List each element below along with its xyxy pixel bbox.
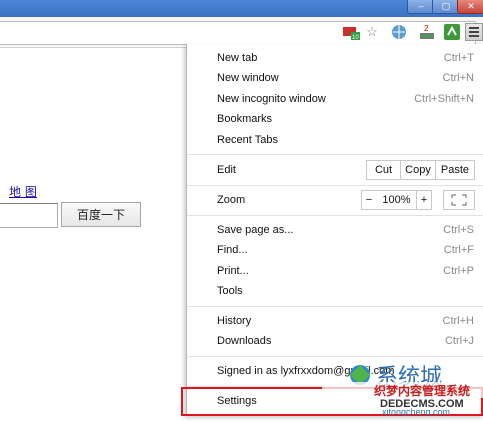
shortcut-history: Ctrl+H [442, 315, 474, 327]
menu-item-downloads[interactable]: Downloads [217, 335, 271, 347]
menu-item-edit: Edit [217, 164, 236, 176]
shortcut-new-incognito: Ctrl+Shift+N [414, 93, 474, 105]
restore-button[interactable]: ▢ [432, 0, 460, 14]
search-button[interactable]: 百度一下 [61, 202, 141, 227]
menu-item-history[interactable]: History [217, 315, 251, 327]
zoom-in-button[interactable]: + [416, 190, 432, 210]
shortcut-downloads: Ctrl+J [444, 335, 474, 347]
title-bar: – ▢ ✕ [0, 0, 483, 17]
paste-button[interactable]: Paste [435, 160, 475, 180]
copy-button[interactable]: Copy [400, 160, 436, 180]
zoom-level: 100% [376, 190, 417, 210]
menu-separator [187, 215, 483, 216]
shortcut-save-page: Ctrl+S [443, 224, 474, 236]
extension-green-icon[interactable] [443, 23, 461, 41]
chrome-menu-icon[interactable] [465, 23, 483, 41]
minimize-button[interactable]: – [407, 0, 435, 14]
fullscreen-icon[interactable] [443, 190, 475, 210]
site-watermark: 系统城 织梦内容管理系统 DEDECMS.COM xitongcheng.com [322, 358, 483, 417]
shortcut-new-tab: Ctrl+T [443, 52, 474, 64]
menu-item-print[interactable]: Print... [217, 265, 249, 277]
menu-item-save-page[interactable]: Save page as... [217, 224, 293, 236]
zoom-out-button[interactable]: − [361, 190, 377, 210]
svg-text:10: 10 [352, 35, 359, 41]
menu-separator [187, 356, 483, 357]
search-input[interactable] [0, 203, 58, 228]
menu-item-new-incognito[interactable]: New incognito window [217, 93, 326, 105]
menu-item-find[interactable]: Find... [217, 244, 248, 256]
menu-item-new-window[interactable]: New window [217, 72, 279, 84]
svg-text:2: 2 [424, 24, 429, 33]
extension-globe-icon[interactable] [390, 23, 408, 41]
menu-separator [187, 154, 483, 155]
menu-item-recent-tabs[interactable]: Recent Tabs [217, 134, 278, 146]
extension-mail-icon[interactable]: 10 [342, 23, 360, 41]
extension-counter-icon[interactable]: 2 [418, 23, 436, 41]
cut-button[interactable]: Cut [366, 160, 401, 180]
close-button[interactable]: ✕ [457, 0, 483, 14]
menu-item-tools[interactable]: Tools [217, 285, 243, 297]
menu-separator [187, 185, 483, 186]
shortcut-new-window: Ctrl+N [442, 72, 474, 84]
menu-item-new-tab[interactable]: New tab [217, 52, 257, 64]
bookmark-star-icon[interactable]: ☆ [363, 23, 381, 41]
watermark-subtitle: 织梦内容管理系统 [374, 383, 470, 398]
watermark-url: xitongcheng.com [382, 407, 450, 416]
shortcut-print: Ctrl+P [443, 265, 474, 277]
map-link[interactable]: 地 图 [9, 183, 37, 200]
menu-item-bookmarks[interactable]: Bookmarks [217, 113, 272, 125]
menu-item-zoom: Zoom [217, 194, 246, 206]
shortcut-find: Ctrl+F [443, 244, 474, 256]
menu-separator [187, 306, 483, 307]
